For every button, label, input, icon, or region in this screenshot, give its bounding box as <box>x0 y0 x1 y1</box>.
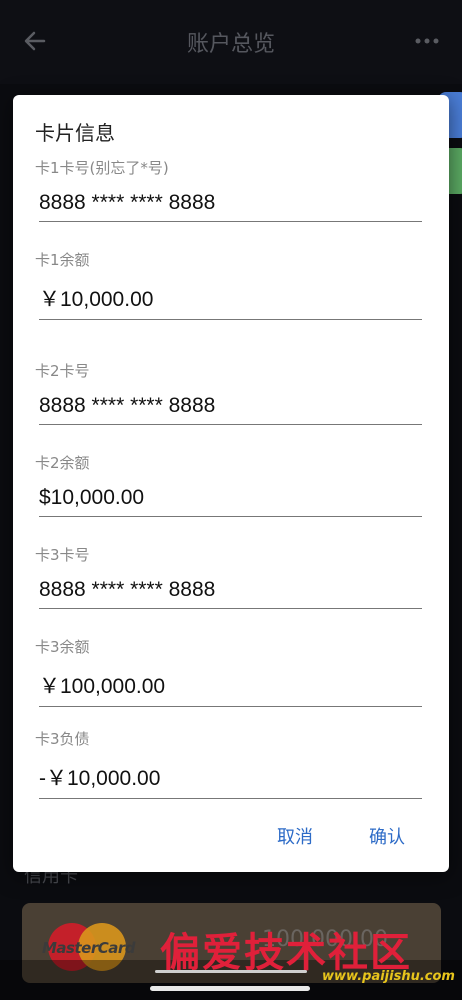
more-options-icon[interactable] <box>414 36 440 46</box>
card1-balance-input[interactable]: ￥10,000.00 <box>39 283 422 320</box>
nav-indicator-line <box>155 970 307 973</box>
card3-number-input[interactable]: 8888 **** **** 8888 <box>39 578 422 609</box>
card2-balance-input[interactable]: $10,000.00 <box>39 486 422 517</box>
field-label-card1-number: 卡1卡号(别忘了*号) <box>35 159 169 177</box>
app-bar: 账户总览 <box>0 0 462 84</box>
field-label-card1-balance: 卡1余额 <box>35 251 90 269</box>
card1-number-input[interactable]: 8888 **** **** 8888 <box>39 191 422 222</box>
confirm-button[interactable]: 确认 <box>369 823 405 849</box>
cancel-button[interactable]: 取消 <box>277 823 313 849</box>
field-label-card3-number: 卡3卡号 <box>35 546 90 564</box>
field-label-card3-debt: 卡3负债 <box>35 730 90 748</box>
card3-debt-input[interactable]: -￥10,000.00 <box>39 762 422 799</box>
field-label-card2-number: 卡2卡号 <box>35 362 90 380</box>
card-info-dialog: 卡片信息 卡1卡号(别忘了*号) 8888 **** **** 8888 卡1余… <box>13 95 449 872</box>
card2-number-input[interactable]: 8888 **** **** 8888 <box>39 394 422 425</box>
field-label-card2-balance: 卡2余额 <box>35 454 90 472</box>
home-indicator[interactable] <box>150 986 310 991</box>
card3-balance-input[interactable]: ￥100,000.00 <box>39 670 422 707</box>
card-brand: MasterCard <box>42 939 135 957</box>
watermark-url: www.paijishu.com <box>322 969 455 984</box>
page-title: 账户总览 <box>186 32 275 57</box>
field-label-card3-balance: 卡3余额 <box>35 638 90 656</box>
dialog-title: 卡片信息 <box>35 121 115 145</box>
